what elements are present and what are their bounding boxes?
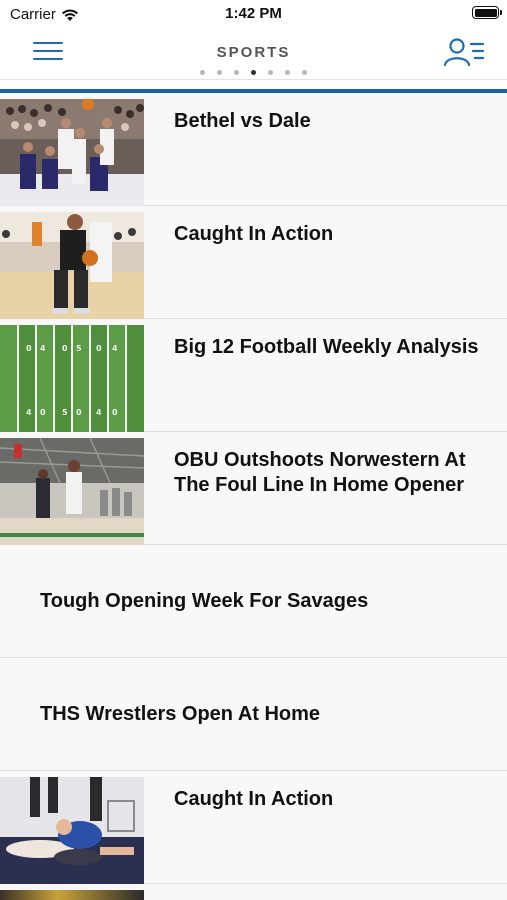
article-title: Bethel vs Dale — [174, 110, 311, 132]
page-dot-active[interactable] — [251, 70, 256, 75]
svg-text:0: 0 — [62, 344, 68, 353]
article-title: Caught In Action — [174, 223, 334, 245]
basketball-game-thumbnail — [0, 99, 144, 206]
gym-basketball-thumbnail — [0, 438, 144, 545]
page-dot[interactable] — [268, 70, 273, 75]
svg-text:5: 5 — [76, 344, 82, 353]
svg-text:0: 0 — [40, 408, 46, 417]
article-row[interactable]: Caught In Action — [0, 771, 507, 884]
basketball-player-thumbnail — [0, 212, 144, 319]
article-row[interactable]: Caught In Action — [0, 206, 507, 319]
article-title: OBU Outshoots Norwestern At The Foul Lin… — [174, 449, 466, 496]
article-row[interactable]: THS Wrestlers Open At Home — [0, 658, 507, 771]
svg-text:0: 0 — [96, 344, 102, 353]
article-thumbnail — [0, 890, 144, 900]
article-title: THS Wrestlers Open At Home — [40, 702, 321, 725]
page-indicator[interactable] — [0, 70, 507, 75]
article-row[interactable] — [0, 884, 507, 900]
svg-text:4: 4 — [26, 408, 32, 417]
article-row[interactable]: 04 05 04 40 50 40 Big 12 Football Weekly… — [0, 319, 507, 432]
page-dot[interactable] — [200, 70, 205, 75]
status-bar: Carrier 1:42 PM — [0, 0, 507, 28]
svg-text:0: 0 — [26, 344, 32, 353]
page-title: SPORTS — [216, 44, 291, 61]
svg-text:4: 4 — [96, 408, 102, 417]
article-row[interactable]: Bethel vs Dale — [0, 93, 507, 206]
page-dot[interactable] — [302, 70, 307, 75]
profile-list-icon[interactable] — [443, 36, 485, 68]
article-list[interactable]: Bethel vs Dale Caught In Action 0 4 0 5 … — [0, 93, 507, 900]
svg-text:4: 4 — [112, 344, 118, 353]
page-dot[interactable] — [217, 70, 222, 75]
football-field-thumbnail: 04 05 04 40 50 40 — [0, 325, 144, 432]
svg-text:4: 4 — [40, 344, 46, 353]
page-dot[interactable] — [234, 70, 239, 75]
article-title: Caught In Action — [174, 788, 334, 810]
article-title: Big 12 Football Weekly Analysis — [174, 336, 479, 358]
article-title: Tough Opening Week For Savages — [40, 589, 369, 612]
svg-text:0: 0 — [112, 408, 118, 417]
nav-divider — [0, 79, 507, 80]
article-row[interactable]: OBU Outshoots Norwestern At The Foul Lin… — [0, 432, 507, 545]
svg-text:0: 0 — [76, 408, 82, 417]
article-row[interactable]: Tough Opening Week For Savages — [0, 545, 507, 658]
wrestling-thumbnail — [0, 777, 144, 884]
page-dot[interactable] — [285, 70, 290, 75]
battery-icon — [472, 6, 502, 19]
status-time: 1:42 PM — [225, 5, 282, 22]
svg-text:5: 5 — [62, 408, 68, 417]
